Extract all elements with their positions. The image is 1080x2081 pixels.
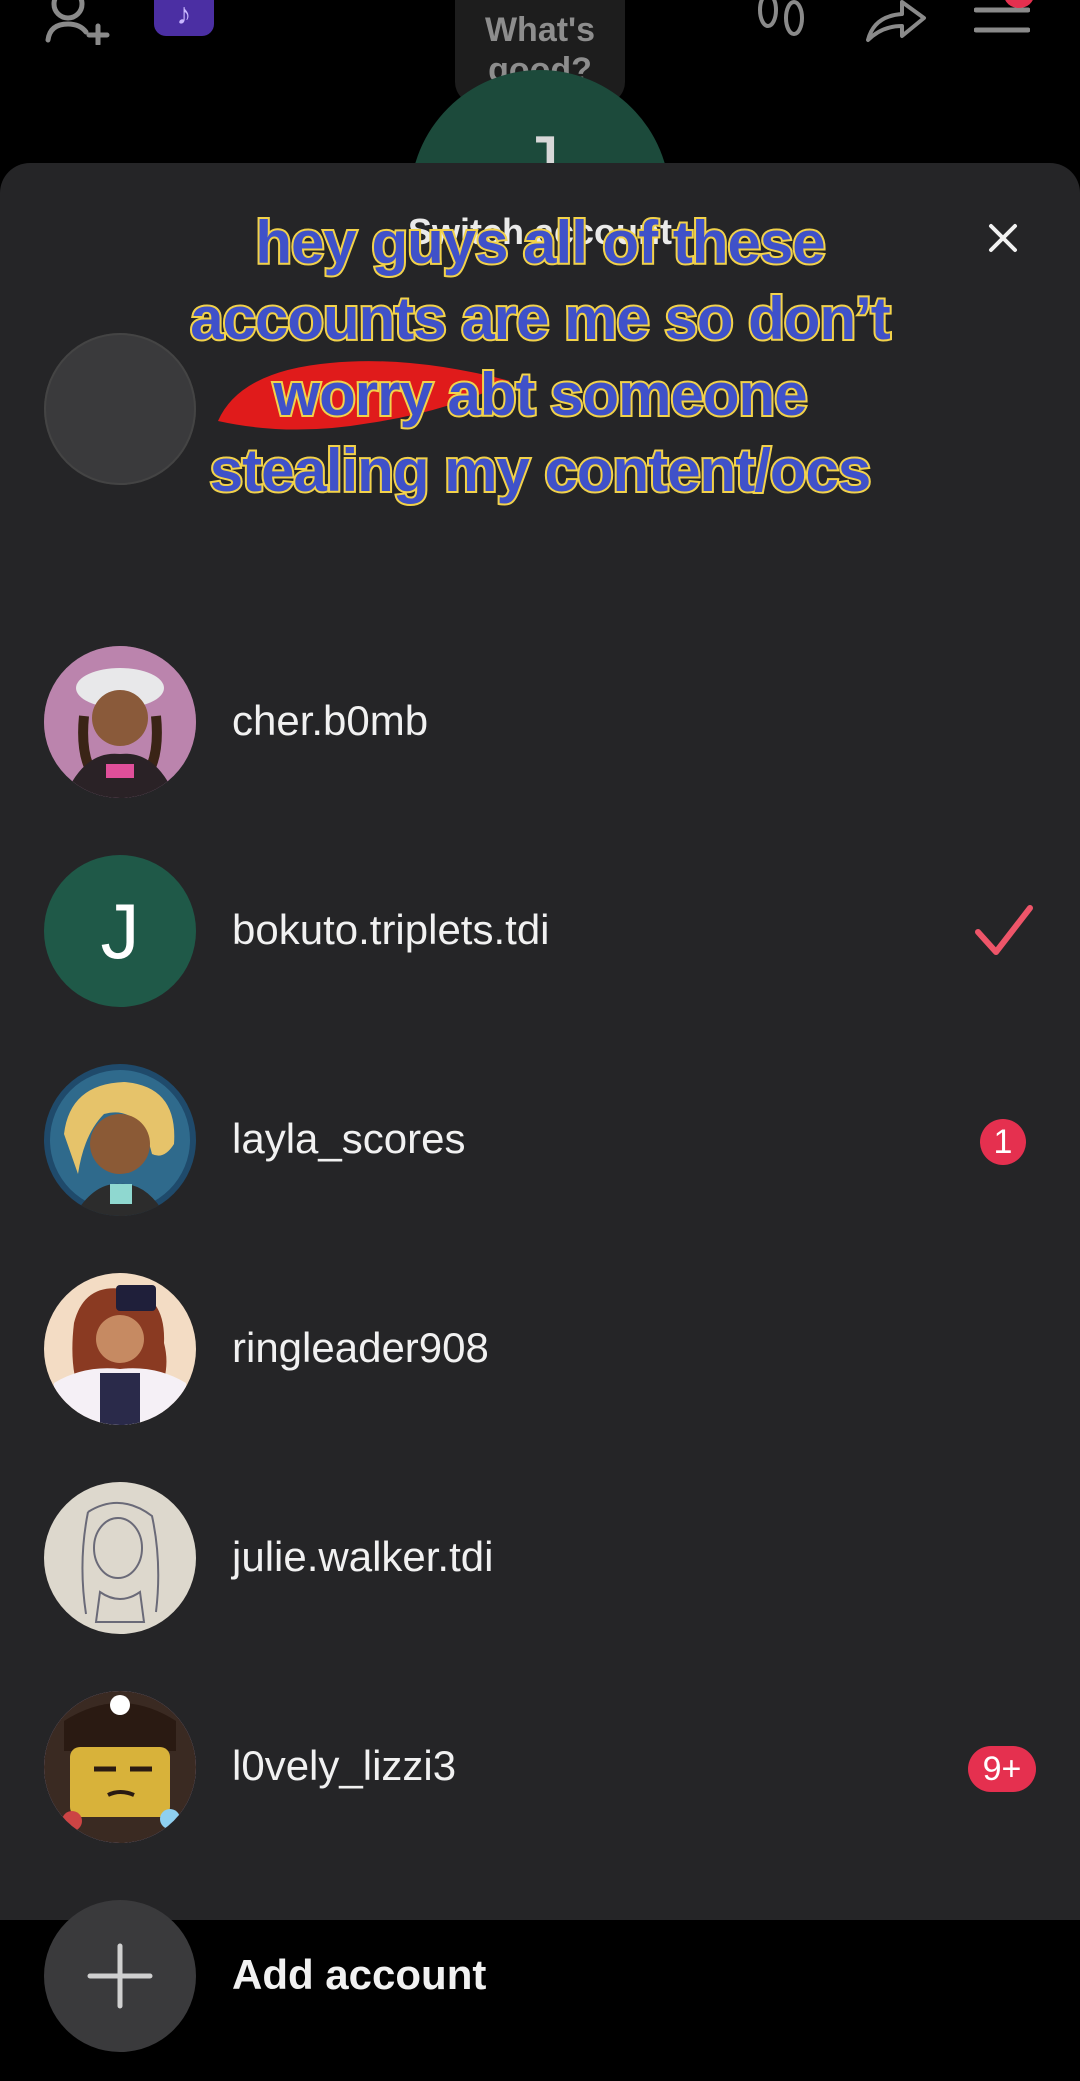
account-row-bokuto-triplets-tdi[interactable]: J bokuto.triplets.tdi	[0, 828, 1080, 1036]
account-avatar	[44, 1273, 196, 1425]
account-row-julie-walker-tdi[interactable]: julie.walker.tdi	[0, 1455, 1080, 1663]
account-row-ringleader908[interactable]: ringleader908	[0, 1246, 1080, 1454]
add-friend-icon[interactable]	[40, 0, 120, 47]
account-username: cher.b0mb	[232, 697, 429, 744]
account-row-l0vely-lizzi3[interactable]: l0vely_lizzi3 9+	[0, 1664, 1080, 1872]
tiktok-logo-icon: ♪	[154, 0, 214, 36]
add-account-label: Add account	[232, 1951, 487, 1998]
unread-badge: 1	[980, 1119, 1026, 1165]
checkmark-icon	[974, 904, 1034, 963]
account-username: bokuto.triplets.tdi	[232, 906, 550, 953]
account-avatar	[44, 1691, 196, 1843]
caption-line-2: accounts are me so don’t	[188, 283, 893, 354]
video-caption-overlay: hey guys all of these accounts are me so…	[140, 205, 940, 509]
account-username: julie.walker.tdi	[232, 1533, 494, 1580]
plus-icon	[44, 1900, 196, 2052]
note-line-1: What's	[484, 11, 596, 49]
unread-badge: 9+	[968, 1746, 1036, 1792]
footprint-icon[interactable]	[752, 0, 812, 45]
account-avatar	[44, 1064, 196, 1216]
account-username: ringleader908	[232, 1324, 489, 1371]
account-username: l0vely_lizzi3	[232, 1742, 457, 1789]
caption-line-3: worry abt someone	[271, 359, 809, 430]
close-icon[interactable]	[978, 213, 1028, 263]
add-account-row[interactable]: Add account	[0, 1873, 1080, 2081]
share-icon[interactable]	[862, 0, 928, 45]
account-avatar	[44, 1482, 196, 1634]
account-row-cher-b0mb[interactable]: cher.b0mb	[0, 619, 1080, 827]
account-avatar	[44, 646, 196, 798]
caption-line-1: hey guys all of these	[253, 207, 827, 278]
account-username: layla_scores	[232, 1115, 466, 1162]
caption-line-4: stealing my content/ocs	[208, 435, 874, 506]
account-row-layla-scores[interactable]: layla_scores 1	[0, 1037, 1080, 1245]
account-avatar: J	[44, 855, 196, 1007]
